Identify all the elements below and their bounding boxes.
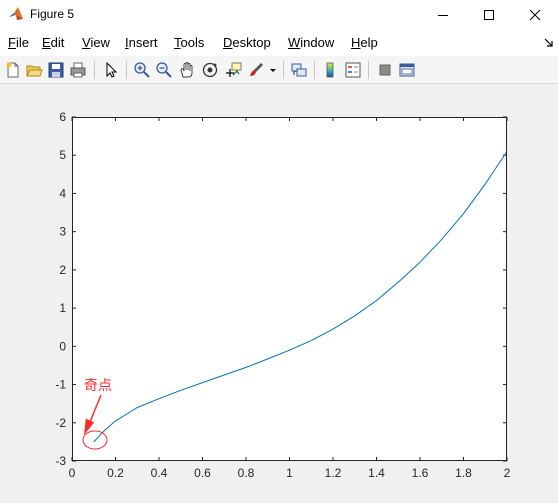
y-tick-label: 6 (59, 110, 66, 124)
show-plot-tools-icon (399, 63, 415, 77)
link-plot-button[interactable] (290, 61, 308, 79)
x-tick-label: 1.8 (455, 466, 472, 480)
hide-plot-tools-button[interactable] (376, 61, 394, 79)
menu-edit[interactable]: Edit (42, 35, 64, 50)
y-tick-label: -2 (55, 416, 66, 430)
y-tick-label: -1 (55, 378, 66, 392)
brush-button[interactable] (247, 61, 265, 79)
open-file-button[interactable] (25, 61, 43, 79)
pan-hand-icon (180, 62, 193, 78)
menu-insert[interactable]: Insert (125, 35, 158, 50)
menu-window[interactable]: Window (288, 35, 334, 50)
legend-button[interactable] (344, 61, 362, 79)
y-tick-label: 4 (59, 186, 66, 200)
zoom-out-icon (156, 62, 172, 78)
title-bar: Figure 5 (0, 0, 558, 30)
axes-background (72, 117, 507, 461)
save-icon (48, 62, 64, 78)
edit-plot-arrow-icon (106, 61, 118, 78)
x-tick-label: 0 (69, 466, 76, 480)
new-figure-icon (6, 62, 19, 78)
open-file-icon (26, 65, 43, 77)
y-tick-label: 2 (59, 263, 66, 277)
x-tick-label: 0.4 (151, 466, 168, 480)
close-button[interactable] (512, 0, 558, 30)
figure-canvas: 0 0.2 0.4 0.6 0.8 1 1.2 1.4 1.6 1.8 2 -3 -2 -1 0 1 2 3 4 5 6… (0, 85, 558, 503)
new-figure-button[interactable] (4, 61, 22, 79)
annotation-label: 奇点 (84, 377, 112, 394)
y-tick-label: 3 (59, 225, 66, 239)
menu-tools[interactable]: Tools (174, 35, 204, 50)
toolbar-separator (283, 61, 284, 79)
zoom-in-button[interactable] (133, 61, 151, 79)
pan-button[interactable] (178, 61, 196, 79)
zoom-out-button[interactable] (155, 61, 173, 79)
toolbar-separator (94, 61, 95, 79)
data-cursor-button[interactable] (224, 61, 242, 79)
menu-bar: File Edit View Insert Tools Desktop Wind… (0, 30, 558, 56)
maximize-button[interactable] (466, 0, 512, 30)
menu-view[interactable]: View (82, 35, 110, 50)
brush-dropdown[interactable] (268, 61, 278, 79)
hide-plot-tools-icon (379, 64, 391, 76)
close-icon (529, 9, 541, 21)
menu-file[interactable]: File (8, 35, 29, 50)
x-tick-label: 0.8 (238, 466, 255, 480)
colorbar-icon (326, 62, 334, 78)
chevron-down-icon (270, 69, 276, 72)
rotate-3d-icon (202, 62, 218, 78)
x-tick-label: 2 (504, 466, 511, 480)
legend-icon (345, 62, 361, 78)
y-tick-label: -3 (55, 454, 66, 468)
data-cursor-icon (226, 62, 242, 77)
y-tick-label: 0 (59, 339, 66, 353)
window-title: Figure 5 (30, 7, 75, 21)
maximize-icon (484, 10, 494, 20)
minimize-button[interactable] (420, 0, 466, 30)
x-tick-label: 1.6 (412, 466, 429, 480)
menu-desktop[interactable]: Desktop (223, 35, 271, 50)
line-chart[interactable]: 0 0.2 0.4 0.6 0.8 1 1.2 1.4 1.6 1.8 2 -3 -2 -1 0 1 2 3 4 5 6… (0, 85, 558, 503)
matlab-icon (9, 7, 23, 20)
x-tick-label: 0.2 (107, 466, 124, 480)
brush-icon (250, 63, 263, 76)
edit-plot-button[interactable] (102, 61, 120, 79)
x-tick-label: 1.2 (325, 466, 342, 480)
save-button[interactable] (47, 61, 65, 79)
colorbar-button[interactable] (321, 61, 339, 79)
x-tick-label: 0.6 (194, 466, 211, 480)
toolbar-separator (126, 61, 127, 79)
zoom-in-icon (134, 62, 150, 78)
print-button[interactable] (69, 61, 87, 79)
dock-arrow-icon[interactable] (544, 38, 554, 48)
x-tick-label: 1.4 (368, 466, 385, 480)
rotate-3d-button[interactable] (201, 61, 219, 79)
y-tick-label: 1 (59, 301, 66, 315)
toolbar-separator (314, 61, 315, 79)
figure-toolbar (0, 56, 558, 84)
link-plot-icon (291, 63, 307, 77)
y-tick-label: 5 (59, 148, 66, 162)
print-icon (70, 62, 86, 78)
minimize-icon (438, 15, 448, 16)
show-plot-tools-button[interactable] (398, 61, 416, 79)
menu-help[interactable]: Help (351, 35, 378, 50)
toolbar-separator (368, 61, 369, 79)
x-tick-label: 1 (286, 466, 293, 480)
